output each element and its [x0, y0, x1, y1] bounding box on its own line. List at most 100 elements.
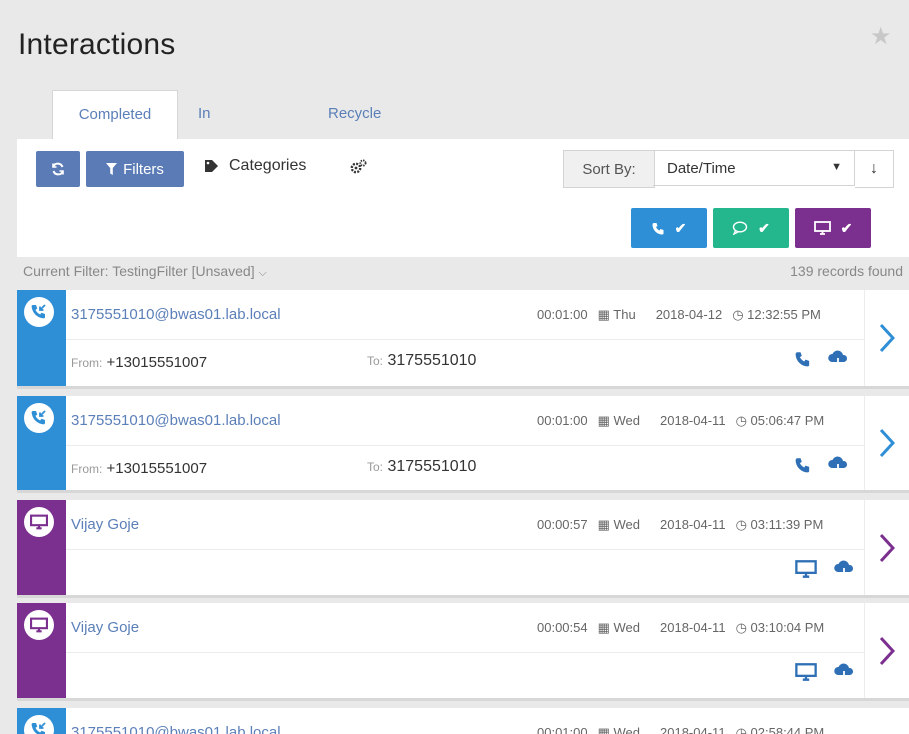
- interaction-name[interactable]: 3175551010@bwas01.lab.local: [71, 724, 281, 734]
- cloud-download-icon[interactable]: [833, 663, 855, 681]
- calendar-icon: ▦ Thu: [597, 307, 636, 322]
- categories-button[interactable]: Categories: [205, 157, 306, 175]
- call-incoming-icon: [24, 297, 54, 327]
- sort-select[interactable]: Date/Time ▼: [653, 150, 855, 186]
- sort-by-label: Sort By:: [563, 150, 655, 188]
- current-filter-dropdown[interactable]: Current Filter: TestingFilter [Unsaved] …: [23, 263, 267, 280]
- duration: 00:00:57: [537, 517, 588, 532]
- call-type-strip: [17, 396, 66, 490]
- interaction-row[interactable]: 3175551010@bwas01.lab.local 00:01:00 ▦ We…: [17, 396, 909, 493]
- clock-icon: ◷ 12:32:55 PM: [732, 307, 821, 322]
- monitor-icon: [24, 610, 54, 640]
- interaction-row[interactable]: Vijay Goje 00:00:57 ▦ Wed 2018-04-11 ◷ 03:1…: [17, 500, 909, 598]
- time: 02:58:44 PM: [750, 725, 825, 734]
- phone-icon: [652, 222, 664, 234]
- row-expand-button[interactable]: [864, 290, 909, 386]
- clock-icon: ◷ 03:10:04 PM: [735, 620, 825, 635]
- categories-label: Categories: [229, 157, 307, 174]
- to-label: To:: [367, 354, 384, 368]
- row-actions: [795, 350, 849, 368]
- check-icon: ✔: [674, 219, 687, 236]
- interaction-row[interactable]: 3175551010@bwas01.lab.local 00:01:00 ▦ We…: [17, 708, 909, 734]
- chevron-right-icon: [879, 533, 895, 562]
- chat-icon: [732, 221, 748, 235]
- monitor-icon[interactable]: [795, 663, 817, 681]
- call-incoming-icon: [24, 715, 54, 734]
- cloud-download-icon[interactable]: [827, 350, 849, 368]
- refresh-icon: [52, 162, 64, 176]
- date: 2018-04-11: [660, 517, 726, 532]
- date: 2018-04-12: [655, 307, 723, 322]
- date: 2018-04-11: [660, 725, 726, 734]
- monitor-icon[interactable]: [795, 560, 817, 578]
- interaction-meta: 00:01:00 ▦ Wed 2018-04-11 ◷ 02:58:44 PM: [537, 725, 844, 734]
- screen-type-strip: [17, 500, 66, 595]
- time: 03:11:39 PM: [750, 517, 824, 532]
- cloud-download-icon[interactable]: [827, 456, 849, 474]
- interaction-meta: 00:00:57 ▦ Wed 2018-04-11 ◷ 03:11:39 PM: [537, 517, 843, 533]
- chevron-right-icon: [879, 323, 895, 353]
- row-expand-button[interactable]: [864, 396, 909, 490]
- row-expand-button[interactable]: [864, 500, 909, 595]
- duration: 00:01:00: [537, 307, 588, 322]
- interaction-meta: 00:01:00 ▦ Thu 2018-04-12 ◷ 12:32:55 PM: [537, 307, 841, 323]
- sort-direction-button[interactable]: ↓: [855, 150, 894, 188]
- phone-channel-toggle[interactable]: ✔: [631, 208, 707, 248]
- call-incoming-icon: [24, 403, 54, 433]
- screen-type-strip: [17, 603, 66, 698]
- cloud-download-icon[interactable]: [833, 560, 855, 578]
- from-value: +13015551007: [106, 354, 208, 371]
- from-field: From: +13015551007: [71, 460, 207, 477]
- clock-icon: ◷ 05:06:47 PM: [735, 413, 825, 428]
- to-label: To:: [367, 460, 384, 474]
- day: Thu: [613, 307, 636, 322]
- gears-icon: [350, 159, 367, 174]
- page-title: Interactions: [18, 28, 176, 61]
- tab-in-progress[interactable]: In Progress: [198, 90, 258, 170]
- chevron-right-icon: [879, 428, 895, 458]
- calendar-icon: ▦ Wed: [598, 725, 650, 734]
- to-field: To: 3175551010: [367, 458, 476, 476]
- to-field: To: 3175551010: [367, 352, 476, 370]
- filter-icon: [106, 163, 118, 175]
- clock-icon: ◷ 03:11:39 PM: [735, 517, 824, 532]
- duration: 00:00:54: [537, 620, 588, 635]
- interaction-name[interactable]: 3175551010@bwas01.lab.local: [71, 306, 281, 323]
- sort-select-value: Date/Time: [667, 159, 736, 177]
- calendar-icon: ▦ Wed: [597, 517, 641, 532]
- phone-icon[interactable]: [795, 351, 811, 367]
- clock-icon: ◷ 02:58:44 PM: [736, 725, 835, 734]
- day: Wed: [613, 620, 641, 635]
- chevron-right-icon: [879, 636, 895, 665]
- date: 2018-04-11: [660, 620, 726, 635]
- row-divider: [66, 549, 865, 550]
- time: 03:10:04 PM: [750, 620, 825, 635]
- call-type-strip: [17, 708, 66, 734]
- calendar-icon: ▦ Wed: [597, 620, 641, 635]
- interaction-name[interactable]: Vijay Goje: [71, 516, 139, 533]
- interaction-row[interactable]: Vijay Goje 00:00:54 ▦ Wed 2018-04-11 ◷ 03:1…: [17, 603, 909, 701]
- interaction-row[interactable]: 3175551010@bwas01.lab.local 00:01:00 ▦ Th…: [17, 290, 909, 389]
- interaction-name[interactable]: Vijay Goje: [71, 619, 139, 636]
- screen-channel-toggle[interactable]: ✔: [795, 208, 871, 248]
- row-divider: [66, 339, 865, 340]
- favorite-star-icon[interactable]: ★: [870, 22, 892, 51]
- records-count: 139 records found: [790, 263, 903, 279]
- row-actions: [795, 663, 855, 681]
- to-value: 3175551010: [387, 458, 477, 475]
- to-value: 3175551010: [387, 352, 477, 369]
- filter-bar: Current Filter: TestingFilter [Unsaved] …: [17, 258, 909, 288]
- tab-completed[interactable]: Completed: [52, 90, 178, 140]
- interaction-meta: 00:00:54 ▦ Wed 2018-04-11 ◷ 03:10:04 PM: [537, 620, 844, 636]
- filters-button[interactable]: Filters: [86, 151, 184, 187]
- toolbar-panel: Filters Categories Sort By: Date/Time ▼ …: [17, 139, 909, 257]
- interaction-name[interactable]: 3175551010@bwas01.lab.local: [71, 412, 281, 429]
- refresh-button[interactable]: [36, 151, 80, 187]
- row-expand-button[interactable]: [864, 603, 909, 698]
- row-divider: [66, 652, 865, 653]
- phone-icon[interactable]: [795, 457, 811, 473]
- chat-channel-toggle[interactable]: ✔: [713, 208, 789, 248]
- tab-recycle-bin[interactable]: Recycle Bin: [328, 90, 381, 170]
- settings-button[interactable]: [350, 159, 367, 174]
- row-divider: [66, 445, 865, 446]
